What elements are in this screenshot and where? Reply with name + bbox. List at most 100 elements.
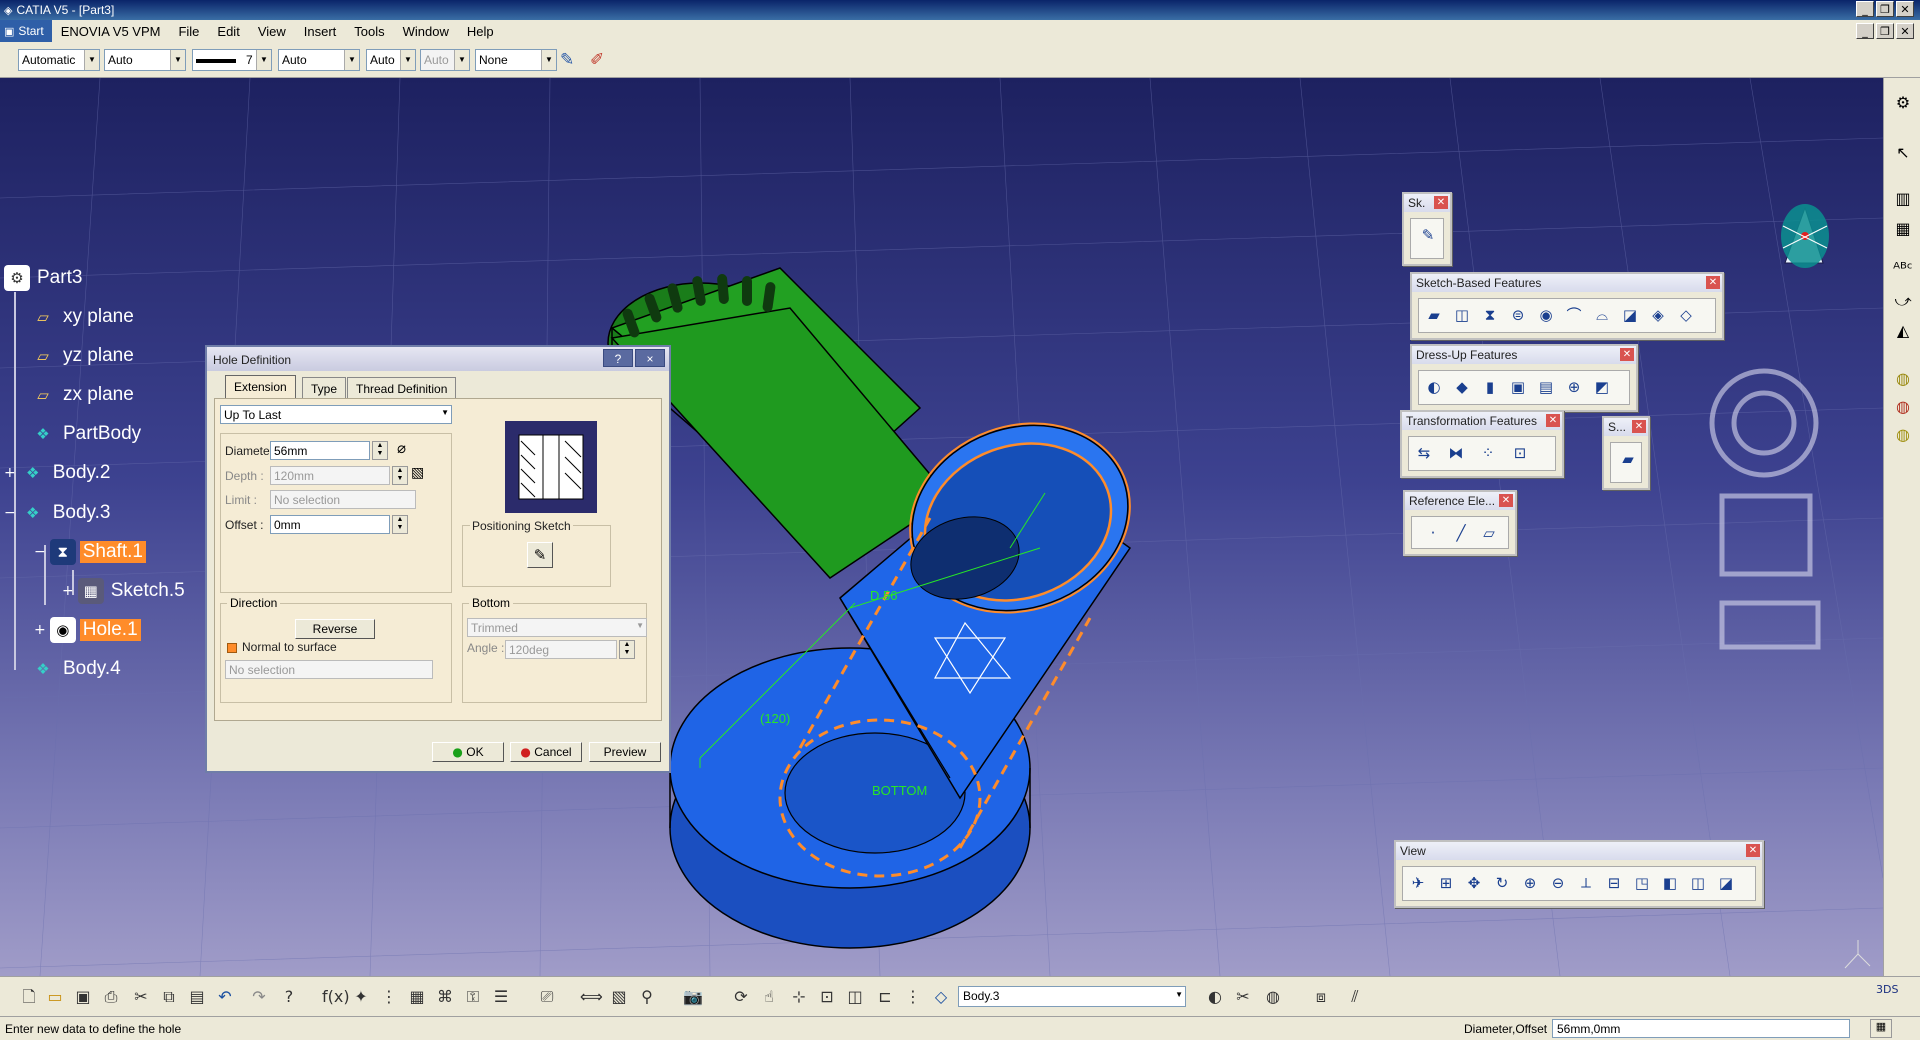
rib-icon[interactable]: ⌒ [1563,304,1585,326]
slot-icon[interactable]: ⌓ [1591,304,1613,326]
expand-icon[interactable]: + [62,583,74,599]
define-in-work-icon[interactable]: ◇ [930,986,952,1008]
cancel-button[interactable]: ● Cancel [510,742,582,762]
pad-icon[interactable]: ▰ [1423,304,1445,326]
tree-item-hole1[interactable]: + ◉ Hole.1 [34,617,141,643]
menu-insert[interactable]: Insert [295,24,346,39]
scaling-icon[interactable]: ⊡ [1509,442,1531,464]
draft-analysis-icon[interactable]: ◍ [1892,424,1914,446]
hide-show-icon[interactable]: ◫ [1687,872,1709,894]
tree-item-partbody[interactable]: ❖ PartBody [30,421,144,447]
chamfer-icon[interactable]: ◆ [1451,376,1473,398]
sweep-icon[interactable]: ⟺ [580,986,603,1008]
cut-icon[interactable]: ✂ [130,986,152,1008]
thickness-icon[interactable]: ▤ [1535,376,1557,398]
current-body-combo[interactable]: Body.3 ▼ [958,986,1186,1007]
cut-part-icon[interactable]: ✂ [1232,986,1254,1008]
thick-surface-icon[interactable]: ▰ [1617,448,1639,470]
direction-selection-input[interactable]: No selection [225,660,433,679]
transparency-combo[interactable]: Auto ▼ [104,49,186,71]
depth-dimension-icon[interactable]: ▧ [411,465,424,481]
tree-item-shaft1[interactable]: − ⧗ Shaft.1 [34,539,146,565]
multi-view-icon[interactable]: ⊟ [1603,872,1625,894]
relations-icon[interactable]: ⌘ [434,986,456,1008]
annotation-icon[interactable]: ⤻ [1892,290,1914,312]
menu-view[interactable]: View [249,24,295,39]
diameter-dimension-icon[interactable]: ⌀ [397,439,406,457]
stiffener-icon[interactable]: ◪ [1619,304,1641,326]
dialog-title-bar[interactable]: Hole Definition ? × [207,347,669,371]
pocket-icon[interactable]: ◫ [1451,304,1473,326]
iso-view-icon[interactable]: ◳ [1631,872,1653,894]
start-menu[interactable]: ▣ Start [0,20,52,42]
offset-input[interactable]: 0mm [270,515,390,534]
analysis-icon[interactable]: ◍ [1892,396,1914,418]
tree-item-sketch5[interactable]: + ▦ Sketch.5 [62,578,188,604]
reverse-button[interactable]: Reverse [295,619,375,639]
thread-icon[interactable]: ⊕ [1563,376,1585,398]
bolt-icon[interactable]: ⚲ [636,986,658,1008]
zoom-out-icon[interactable]: ⊖ [1547,872,1569,894]
tree-root-part3[interactable]: ⚙ Part3 [4,265,85,291]
painter-icon[interactable]: ✎ [560,50,574,70]
constraint-icon[interactable]: ◍ [1892,368,1914,390]
manipulate-icon[interactable]: ☝ [758,986,780,1008]
doc-close-button[interactable]: ✕ [1896,23,1914,39]
camera-icon[interactable]: 📷 [682,986,704,1008]
doc-minimize-button[interactable]: _ [1856,23,1874,39]
rotate-icon[interactable]: ↻ [1491,872,1513,894]
close-icon[interactable]: ✕ [1620,348,1634,361]
boolean-icon[interactable]: ⊏ [874,986,896,1008]
tree-item-body2[interactable]: + ❖ Body.2 [4,460,113,486]
ok-button[interactable]: ● OK [432,742,504,762]
menu-file[interactable]: File [169,24,208,39]
formula-icon[interactable]: f(x) [322,986,350,1008]
update-icon[interactable]: ⟳ [730,986,752,1008]
shell-icon[interactable]: ▣ [1507,376,1529,398]
point-icon[interactable]: · [1422,522,1444,544]
groove-icon[interactable]: ⊜ [1507,304,1529,326]
render-icon[interactable]: ◍ [1262,986,1284,1008]
doc-restore-button[interactable]: ❐ [1876,23,1894,39]
sketch-based-toolbar-header[interactable]: Sketch-Based Features ✕ [1412,274,1722,292]
extension-type-select[interactable]: Up To Last ▼ [220,405,452,424]
print-icon[interactable]: ⎙ [100,986,122,1008]
dress-up-toolbar-header[interactable]: Dress-Up Features ✕ [1412,346,1636,364]
menu-edit[interactable]: Edit [208,24,248,39]
restore-button[interactable]: ❐ [1876,1,1894,17]
copy-icon[interactable]: ⧉ [158,986,180,1008]
expand-icon[interactable]: + [4,465,16,481]
normal-to-surface-checkbox[interactable] [227,643,237,653]
material-icon[interactable]: ◭ [1892,320,1914,342]
capture-icon[interactable]: ⎚ [536,986,558,1008]
sketch-grid-icon[interactable]: ▦ [1892,218,1914,240]
knowledge-icon[interactable]: ✦ [350,986,372,1008]
fit-all-icon[interactable]: ⊞ [1435,872,1457,894]
split-icon[interactable]: ⫽ [1344,986,1366,1008]
table-icon[interactable]: ▦ [406,986,428,1008]
transformation-toolbar-header[interactable]: Transformation Features ✕ [1402,412,1562,430]
binary-icon[interactable]: ⊡ [816,986,838,1008]
point-type-combo[interactable]: Auto ▼ [366,49,416,71]
removed-multi-section-icon[interactable]: ◇ [1675,304,1697,326]
tab-type[interactable]: Type [302,377,347,399]
body-icon[interactable]: ◫ [844,986,866,1008]
mirror-icon[interactable]: ⧓ [1445,442,1467,464]
paste-icon[interactable]: ▤ [186,986,208,1008]
close-icon[interactable]: ✕ [1546,414,1560,427]
close-icon[interactable]: ✕ [1632,420,1646,433]
fly-mode-icon[interactable]: ✈ [1407,872,1429,894]
translation-icon[interactable]: ⇆ [1413,442,1435,464]
status-clear-button[interactable]: ▦ [1870,1019,1892,1038]
axis-system-icon[interactable]: ⊹ [788,986,810,1008]
dialog-close-button[interactable]: × [635,349,665,367]
collapse-icon[interactable]: − [4,505,16,521]
sketcher-toolbar-header[interactable]: Sk. ✕ [1404,194,1450,212]
close-window-button[interactable]: ✕ [1896,1,1914,17]
sketcher-button[interactable]: ✎ [527,542,553,568]
new-file-icon[interactable]: 🗋 [18,986,40,1008]
hole-icon[interactable]: ◉ [1535,304,1557,326]
hide-icon[interactable]: ◐ [1204,986,1226,1008]
open-icon[interactable]: ▭ [44,986,66,1008]
assembly-icon[interactable]: ⧈ [1310,986,1332,1008]
